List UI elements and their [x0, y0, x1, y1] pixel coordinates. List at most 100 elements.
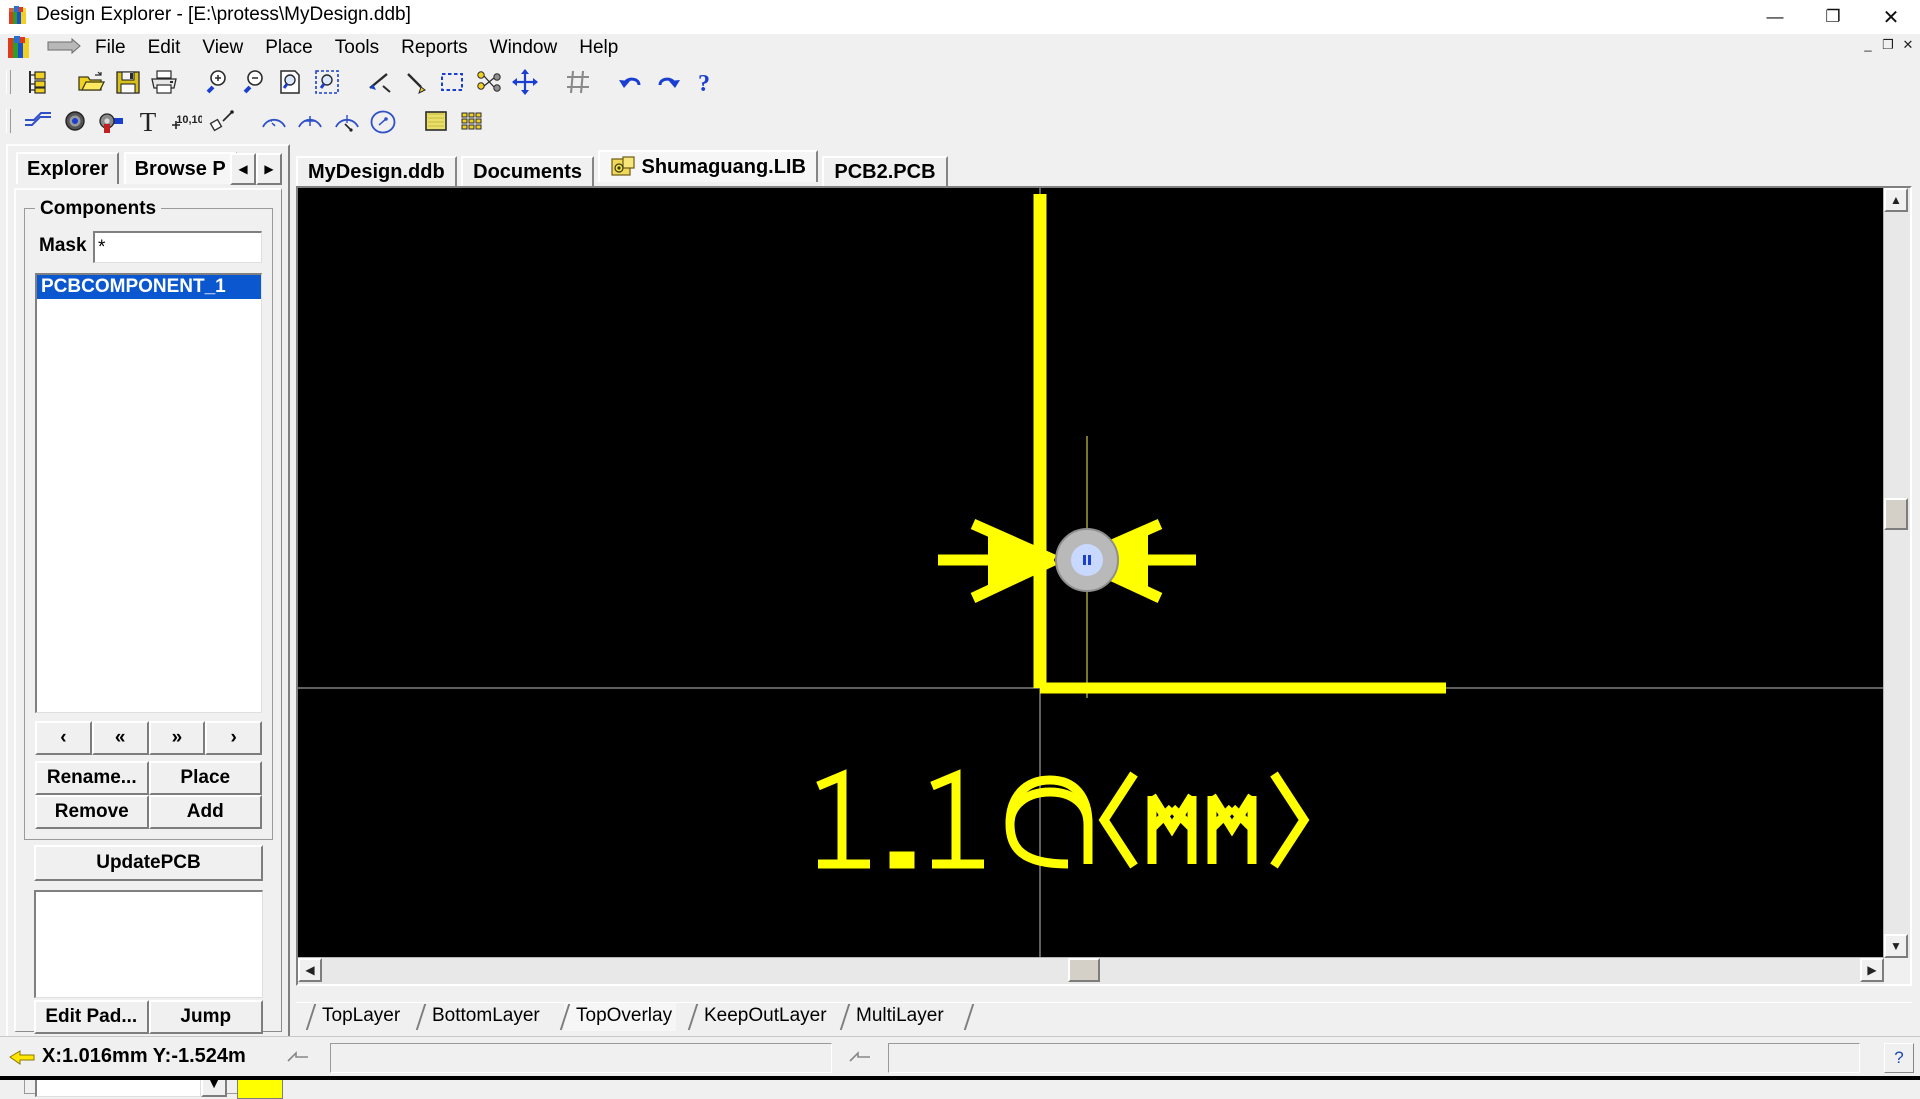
scroll-right-button[interactable]: ▶ — [1860, 958, 1884, 982]
mdi-minimize-button[interactable]: _ — [1860, 38, 1876, 52]
scroll-up-button[interactable]: ▲ — [1884, 188, 1908, 212]
scroll-left-button[interactable]: ◀ — [298, 958, 322, 982]
doctab-documents[interactable]: Documents — [461, 155, 595, 188]
scroll-down-button[interactable]: ▼ — [1884, 934, 1908, 958]
nav-prev-button[interactable]: « — [91, 721, 149, 755]
layer-tab-label: TopLayer — [322, 1005, 401, 1026]
svg-text:10,10: 10,10 — [177, 114, 203, 126]
tab-scroll-right-icon[interactable]: ▶ — [256, 153, 282, 185]
menu-reports[interactable]: Reports — [390, 36, 479, 60]
edit-pad-button[interactable]: Edit Pad... — [34, 1000, 149, 1034]
place-string-icon[interactable]: T — [132, 105, 164, 137]
add-button[interactable]: Add — [148, 795, 262, 829]
pcb-editor-canvas-area: ▲ ▼ ◀ ▶ — [296, 186, 1912, 986]
components-listbox[interactable]: PCBCOMPONENT_1 — [35, 273, 262, 713]
nav-last-button[interactable]: › — [205, 721, 262, 755]
menu-window[interactable]: Window — [479, 36, 569, 60]
place-via-icon[interactable] — [59, 105, 91, 137]
close-button[interactable]: ✕ — [1862, 0, 1920, 34]
update-pcb-button[interactable]: UpdatePCB — [34, 845, 263, 881]
components-group-title: Components — [35, 198, 162, 220]
open-icon[interactable] — [75, 66, 107, 98]
svg-text:T: T — [140, 107, 157, 137]
tab-explorer[interactable]: Explorer — [16, 152, 120, 184]
toolbar-separator — [599, 66, 611, 96]
doctab-mydesign-ddb[interactable]: MyDesign.ddb — [296, 155, 457, 188]
zoom-in-icon[interactable] — [201, 66, 233, 98]
nav-next-button[interactable]: » — [148, 721, 206, 755]
rename-button[interactable]: Rename... — [35, 761, 149, 795]
mask-input[interactable]: * — [93, 231, 262, 263]
print-icon[interactable] — [148, 66, 180, 98]
zoom-area-icon[interactable] — [311, 66, 343, 98]
layer-tab-toplayer[interactable]: TopLayer — [305, 1003, 404, 1031]
place-track-icon[interactable] — [22, 105, 54, 137]
place-array-icon[interactable] — [456, 105, 488, 137]
placement-toolbar: T 10,10 — [0, 105, 1920, 139]
layer-tab-label: BottomLayer — [432, 1005, 540, 1026]
select-area-icon[interactable] — [436, 66, 468, 98]
document-logo-icon[interactable] — [6, 36, 34, 60]
move-selection-icon[interactable] — [473, 66, 505, 98]
layer-tab-bottomlayer[interactable]: BottomLayer — [415, 1003, 544, 1031]
menu-edit[interactable]: Edit — [137, 36, 192, 60]
toolbar-grip[interactable] — [6, 109, 11, 133]
place-coordinate-icon[interactable]: 10,10 — [168, 105, 204, 137]
menu-place[interactable]: Place — [254, 36, 324, 60]
mdi-window-controls: _ ❐ ✕ — [1860, 38, 1916, 52]
move-icon[interactable] — [509, 66, 541, 98]
place-full-circle-icon[interactable] — [367, 105, 399, 137]
remove-button[interactable]: Remove — [35, 795, 149, 829]
canvas-vertical-scrollbar[interactable]: ▲ ▼ — [1883, 188, 1910, 958]
status-cursor-icon — [286, 1047, 310, 1072]
mdi-restore-button[interactable]: ❐ — [1880, 38, 1896, 52]
pcb-canvas[interactable] — [298, 188, 1884, 958]
layer-tab-end-slant — [963, 1004, 987, 1030]
toolbar-grip[interactable] — [6, 70, 11, 94]
crosshair-pointer-icon — [8, 1047, 36, 1072]
menu-view[interactable]: View — [191, 36, 254, 60]
context-help-button[interactable]: ? — [1884, 1043, 1914, 1073]
doctab-shumaguang-lib[interactable]: Shumaguang.LIB — [598, 150, 818, 182]
panel-toggle-icon[interactable] — [42, 37, 84, 59]
doctab-pcb2-pcb[interactable]: PCB2.PCB — [822, 155, 948, 188]
cut-icon[interactable] — [363, 66, 395, 98]
mdi-close-button[interactable]: ✕ — [1900, 38, 1916, 52]
list-item[interactable]: PCBCOMPONENT_1 — [37, 275, 261, 299]
menu-tools[interactable]: Tools — [324, 36, 390, 60]
zoom-out-icon[interactable] — [238, 66, 270, 98]
layer-tab-keepoutlayer[interactable]: KeepOutLayer — [687, 1003, 831, 1031]
vertical-scroll-thumb[interactable] — [1884, 498, 1908, 530]
place-pad-icon[interactable] — [95, 105, 127, 137]
tab-scroll-left-icon[interactable]: ◀ — [230, 153, 256, 185]
paste-icon[interactable] — [400, 66, 432, 98]
menu-help[interactable]: Help — [568, 36, 629, 60]
maximize-button[interactable]: ❐ — [1804, 0, 1862, 34]
pads-listbox[interactable] — [34, 890, 263, 998]
redo-icon[interactable] — [652, 66, 684, 98]
zoom-document-icon[interactable] — [274, 66, 306, 98]
save-icon[interactable] — [112, 66, 144, 98]
tab-browse-pcb[interactable]: Browse P — [123, 152, 237, 184]
canvas-horizontal-scrollbar[interactable]: ◀ ▶ — [298, 957, 1884, 984]
toolbar-separator — [546, 66, 558, 96]
place-arc-edge-icon[interactable] — [294, 105, 326, 137]
layer-tab-multilayer[interactable]: MultiLayer — [839, 1003, 948, 1031]
jump-button[interactable]: Jump — [148, 1000, 263, 1034]
minimize-button[interactable]: — — [1746, 0, 1804, 34]
main-toolbar: ? — [0, 66, 1920, 104]
place-fill-icon[interactable] — [420, 105, 452, 137]
nav-first-button[interactable]: ‹ — [35, 721, 92, 755]
design-manager-icon[interactable] — [22, 66, 54, 98]
place-dimension-icon[interactable] — [205, 105, 237, 137]
help-icon[interactable]: ? — [688, 66, 720, 98]
place-arc-center-icon[interactable] — [258, 105, 290, 137]
layer-tab-strip: TopLayer BottomLayer TopOverlay KeepOutL… — [296, 1002, 1912, 1033]
toggle-grid-icon[interactable] — [562, 66, 594, 98]
menu-file[interactable]: File — [84, 36, 137, 60]
place-button[interactable]: Place — [148, 761, 262, 795]
undo-icon[interactable] — [615, 66, 647, 98]
horizontal-scroll-thumb[interactable] — [1068, 958, 1100, 982]
layer-tab-topoverlay[interactable]: TopOverlay — [559, 1003, 677, 1031]
place-arc-any-icon[interactable] — [331, 105, 363, 137]
